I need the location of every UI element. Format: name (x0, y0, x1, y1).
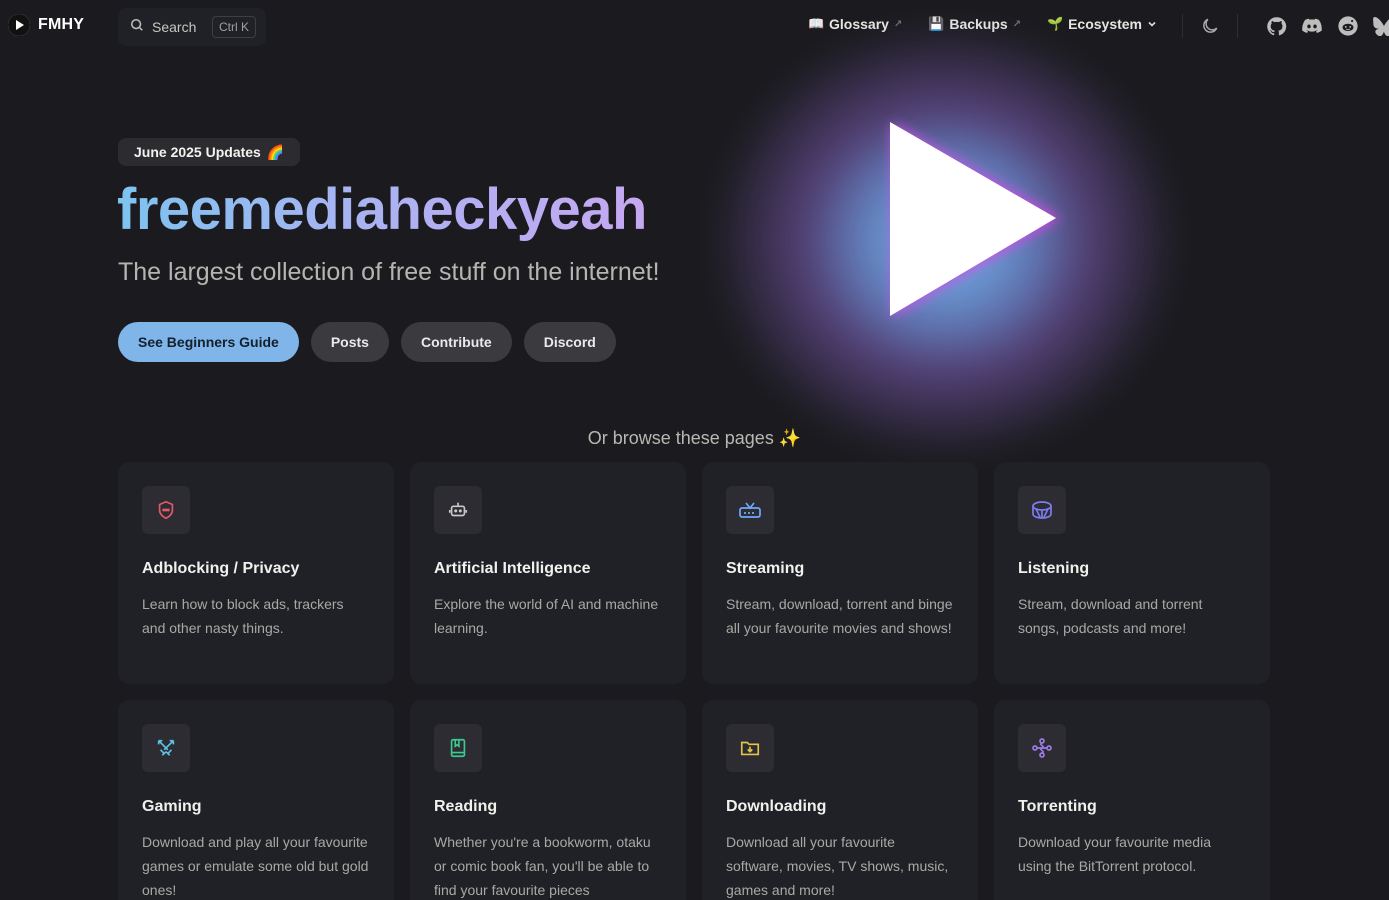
book-icon (434, 724, 482, 772)
moon-icon[interactable] (1198, 14, 1222, 38)
search-label: Search (152, 19, 197, 35)
nav-divider (1182, 14, 1183, 38)
external-link-icon: ↗ (1012, 18, 1022, 30)
nav-link-label: Ecosystem (1068, 16, 1143, 32)
hero-title: freemediaheckyeah (117, 177, 647, 242)
contribute-button[interactable]: Contribute (400, 322, 512, 362)
hero-actions: See Beginners Guide Posts Contribute Dis… (118, 322, 616, 362)
book-icon: 📖 (808, 16, 825, 31)
brand-name: FMHY (38, 16, 85, 33)
discord-button[interactable]: Discord (523, 322, 616, 362)
card-title: Listening (1018, 560, 1090, 577)
seedling-icon: 🌱 (1047, 16, 1064, 31)
card-description: Learn how to block ads, trackers and oth… (142, 596, 344, 636)
reddit-icon[interactable] (1336, 14, 1360, 38)
card-description: Stream, download, torrent and binge all … (726, 596, 953, 636)
search-icon (130, 18, 144, 37)
card-description: Download your favourite media using the … (1018, 834, 1211, 874)
bluesky-icon[interactable] (1372, 14, 1389, 38)
card-title: Torrenting (1018, 798, 1097, 815)
card-description: Download all your favourite software, mo… (726, 834, 949, 898)
card-title: Streaming (726, 560, 805, 577)
beginners-guide-button[interactable]: See Beginners Guide (118, 322, 299, 362)
card-description: Explore the world of AI and machine lear… (434, 596, 659, 636)
card-title: Reading (434, 798, 498, 815)
play-logo-icon (8, 14, 30, 36)
card-title: Downloading (726, 798, 827, 815)
rainbow-icon: 🌈 (266, 143, 285, 160)
drum-icon (1018, 486, 1066, 534)
search-shortcut: Ctrl K (212, 16, 256, 38)
card-listening[interactable]: Listening Stream, download and torrent s… (994, 462, 1270, 684)
github-icon[interactable] (1264, 14, 1288, 38)
magnet-icon (1018, 724, 1066, 772)
card-downloading[interactable]: Downloading Download all your favourite … (702, 700, 978, 900)
tv-icon (726, 486, 774, 534)
nav-icon-group (1198, 14, 1389, 38)
card-torrenting[interactable]: Torrenting Download your favourite media… (994, 700, 1270, 900)
discord-icon[interactable] (1300, 14, 1324, 38)
nav-link-ecosystem[interactable]: 🌱 Ecosystem (1047, 16, 1157, 32)
card-gaming[interactable]: Gaming Download and play all your favour… (118, 700, 394, 900)
robot-icon (434, 486, 482, 534)
hero-tagline: The largest collection of free stuff on … (118, 258, 660, 286)
card-title: Gaming (142, 798, 202, 815)
card-description: Download and play all your favourite gam… (142, 834, 369, 898)
card-title: Adblocking / Privacy (142, 560, 300, 577)
card-description: Stream, download and torrent songs, podc… (1018, 596, 1203, 636)
folder-download-icon (726, 724, 774, 772)
shield-icon (142, 486, 190, 534)
browse-heading: Or browse these pages ✨ (0, 428, 1389, 449)
card-title: Artificial Intelligence (434, 560, 591, 577)
updates-badge-label: June 2025 Updates (134, 144, 261, 160)
brand-link[interactable]: FMHY (8, 14, 84, 36)
top-navbar: FMHY Search Ctrl K 📖 Glossary ↗ 💾 Backup… (0, 0, 1389, 52)
card-adblocking-privacy[interactable]: Adblocking / Privacy Learn how to block … (118, 462, 394, 684)
search-button[interactable]: Search Ctrl K (118, 8, 266, 46)
feature-cards: Adblocking / Privacy Learn how to block … (118, 462, 1270, 900)
sparkles-icon: ✨ (778, 428, 802, 448)
browse-label: Or browse these pages (587, 428, 774, 448)
hero-play-icon (880, 112, 1070, 328)
chevron-down-icon (1147, 16, 1157, 32)
card-description: Whether you're a bookworm, otaku or comi… (434, 834, 651, 898)
card-artificial-intelligence[interactable]: Artificial Intelligence Explore the worl… (410, 462, 686, 684)
updates-badge[interactable]: June 2025 Updates 🌈 (118, 138, 301, 166)
posts-button[interactable]: Posts (310, 322, 389, 362)
swords-icon (142, 724, 190, 772)
card-streaming[interactable]: Streaming Stream, download, torrent and … (702, 462, 978, 684)
card-reading[interactable]: Reading Whether you're a bookworm, otaku… (410, 700, 686, 900)
